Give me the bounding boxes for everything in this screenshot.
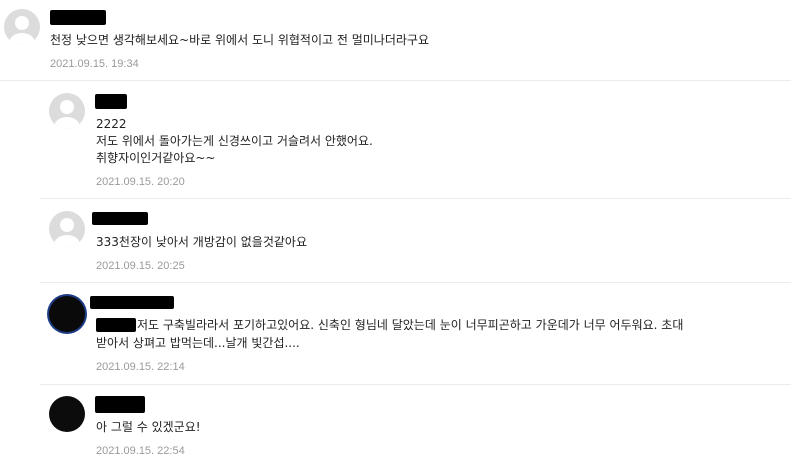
avatar-body-shape <box>9 33 35 45</box>
redacted-username <box>90 296 174 309</box>
redacted-username <box>50 10 106 25</box>
avatar-head-shape <box>15 16 29 30</box>
divider <box>0 80 791 81</box>
comment-date: 2021.09.15. 19:34 <box>50 58 139 70</box>
divider <box>40 282 791 283</box>
comment-text: 취향자이인거같아요~~ <box>96 151 216 165</box>
comment-text: 아 그럴 수 있겠군요! <box>96 420 201 434</box>
avatar[interactable] <box>49 396 85 432</box>
avatar[interactable] <box>49 211 85 247</box>
avatar[interactable] <box>49 93 85 129</box>
comment-text: 333천장이 낮아서 개방감이 없을것같아요 <box>96 235 307 249</box>
redacted-username <box>95 396 145 413</box>
comment-date: 2021.09.15. 20:20 <box>96 176 185 188</box>
comment-date: 2021.09.15. 22:14 <box>96 361 185 373</box>
comment-text: 천정 낮으면 생각해보세요~바로 위에서 도니 위협적이고 전 멀미나더라구요 <box>50 33 429 47</box>
divider <box>40 198 791 199</box>
redacted-username <box>95 94 127 109</box>
avatar-body-shape <box>54 235 80 247</box>
redacted-mention <box>96 318 136 332</box>
divider <box>40 384 791 385</box>
redacted-username <box>92 212 148 225</box>
avatar-head-shape <box>60 100 74 114</box>
avatar-head-shape <box>60 218 74 232</box>
comment-text: 저도 위에서 돌아가는게 신경쓰이고 거슬려서 안했어요. <box>96 134 373 148</box>
comment-text: 받아서 상펴고 밥먹는데...날개 빛간섭.... <box>96 336 300 350</box>
avatar-body-shape <box>54 117 80 129</box>
comment-date: 2021.09.15. 20:25 <box>96 260 185 272</box>
avatar[interactable] <box>4 9 40 45</box>
comment-text: 2222 <box>96 117 127 131</box>
comment-date: 2021.09.15. 22:54 <box>96 445 185 457</box>
avatar[interactable] <box>49 296 85 332</box>
comment-text: 저도 구축빌라라서 포기하고있어요. 신축인 형님네 달았는데 눈이 너무피곤하… <box>137 318 684 332</box>
